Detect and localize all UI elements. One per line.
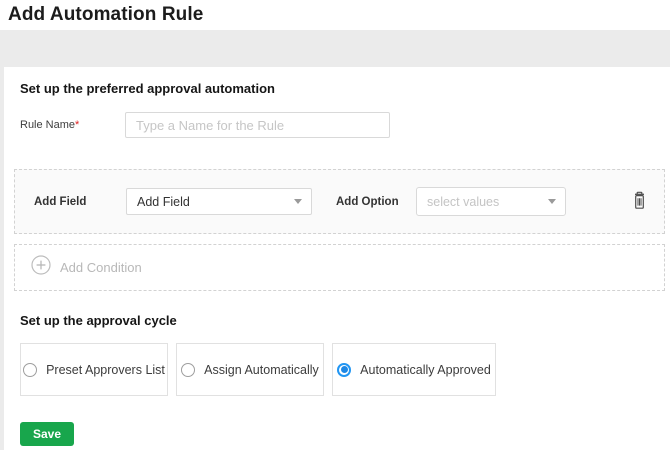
chevron-down-icon	[294, 199, 302, 204]
page-title: Add Automation Rule	[8, 4, 670, 26]
condition-builder-row: Add Field Add Field Add Option select va…	[14, 169, 665, 234]
option-label: Automatically Approved	[360, 363, 491, 377]
option-label: Assign Automatically	[204, 363, 319, 377]
option-assign-automatically[interactable]: Assign Automatically	[176, 343, 324, 396]
option-automatically-approved[interactable]: Automatically Approved	[332, 343, 496, 396]
automation-section-heading: Set up the preferred approval automation	[20, 81, 665, 97]
rule-name-row: Rule Name*	[20, 112, 665, 138]
add-option-select[interactable]: select values	[416, 187, 566, 216]
radio-button[interactable]	[337, 363, 351, 377]
titlebar: Add Automation Rule	[0, 0, 670, 30]
add-field-select[interactable]: Add Field	[126, 188, 312, 215]
approval-options-row: Preset Approvers List Assign Automatical…	[20, 343, 665, 396]
plus-circle-icon	[31, 255, 51, 280]
delete-condition-button[interactable]	[629, 189, 650, 215]
add-condition-button[interactable]: Add Condition	[14, 244, 665, 291]
radio-button[interactable]	[181, 363, 195, 377]
option-preset-approvers-list[interactable]: Preset Approvers List	[20, 343, 168, 396]
option-label: Preset Approvers List	[46, 363, 165, 377]
rule-name-input[interactable]	[125, 112, 390, 138]
add-condition-label: Add Condition	[60, 260, 142, 275]
form-panel: Set up the preferred approval automation…	[4, 67, 670, 450]
add-option-select-placeholder: select values	[427, 195, 548, 209]
add-option-label: Add Option	[336, 196, 416, 208]
add-field-label: Add Field	[34, 196, 126, 208]
chevron-down-icon	[548, 199, 556, 204]
save-button[interactable]: Save	[20, 422, 74, 446]
approval-section-heading: Set up the approval cycle	[20, 313, 665, 329]
add-field-select-value: Add Field	[137, 195, 294, 209]
add-automation-rule-screen: Add Automation Rule Set up the preferred…	[0, 0, 670, 450]
rule-name-label: Rule Name*	[20, 119, 125, 131]
rule-name-label-text: Rule Name	[20, 119, 75, 131]
radio-button[interactable]	[23, 363, 37, 377]
trash-icon	[631, 191, 648, 213]
required-asterisk: *	[75, 119, 79, 131]
